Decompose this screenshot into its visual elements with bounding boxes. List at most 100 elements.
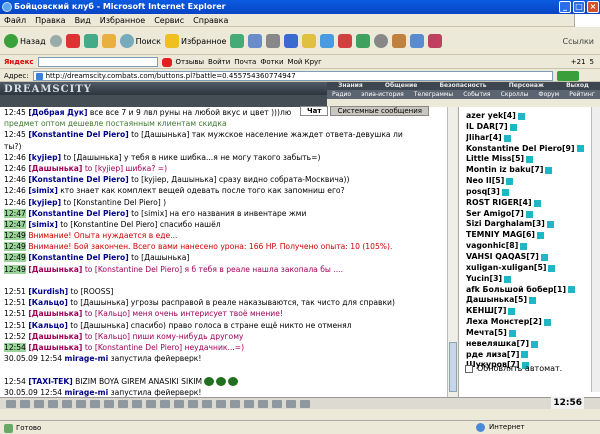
- bottom-tool-icon[interactable]: [48, 399, 58, 408]
- bottom-tool-icon[interactable]: [6, 399, 16, 408]
- users-scrollbar[interactable]: [591, 107, 600, 392]
- info-icon[interactable]: [529, 297, 537, 305]
- bottom-tool-icon[interactable]: [300, 399, 310, 408]
- maximize-button[interactable]: □: [573, 1, 585, 13]
- game-nav-item[interactable]: Безопасность: [439, 82, 486, 90]
- bottom-tool-icon[interactable]: [132, 399, 142, 408]
- user-row[interactable]: Мечта[5]: [466, 328, 586, 339]
- chat-nick[interactable]: [Konstantine Del Piero]: [28, 130, 128, 139]
- user-name[interactable]: рде лиза: [466, 350, 507, 361]
- yandex-photos[interactable]: Фотки: [260, 58, 283, 66]
- user-row[interactable]: TEMNIY MAG[6]: [466, 230, 586, 241]
- info-icon[interactable]: [533, 199, 541, 207]
- info-icon[interactable]: [536, 232, 544, 240]
- user-row[interactable]: рде лиза[7]: [466, 350, 586, 361]
- user-name[interactable]: posq: [466, 187, 487, 198]
- user-row[interactable]: VAHSI QAQAS[7]: [466, 252, 586, 263]
- game-nav-item[interactable]: Выход: [566, 82, 589, 90]
- bottom-tool-icon[interactable]: [76, 399, 86, 408]
- bottom-tool-icon[interactable]: [146, 399, 156, 408]
- forward-arrow-icon[interactable]: [49, 35, 62, 47]
- bottom-tool-icon[interactable]: [90, 399, 100, 408]
- chat-time[interactable]: 12:46: [4, 164, 26, 173]
- chat-nick[interactable]: [Konstantine Del Piero]: [28, 209, 128, 218]
- info-icon[interactable]: [520, 243, 528, 251]
- chat-time[interactable]: 30.05.09 12:54: [4, 388, 62, 397]
- user-name[interactable]: Мечта: [466, 328, 494, 339]
- info-icon[interactable]: [546, 221, 554, 229]
- user-name[interactable]: xuligan-xuligan: [466, 263, 534, 274]
- game-nav-item[interactable]: Персонаж: [509, 82, 544, 90]
- stop-icon[interactable]: [65, 34, 80, 48]
- bottom-tool-icon[interactable]: [216, 399, 226, 408]
- addon2-icon[interactable]: [356, 34, 371, 48]
- chat-nick[interactable]: [Добрая Дук]: [28, 108, 87, 117]
- autorefresh-checkbox[interactable]: [465, 364, 473, 373]
- chat-nick[interactable]: [simix]: [28, 220, 57, 229]
- user-name[interactable]: Konstantine Del Piero: [466, 144, 562, 155]
- info-icon[interactable]: [545, 167, 553, 175]
- game-subnav-item[interactable]: Телеграммы: [414, 90, 453, 99]
- chat-time[interactable]: 12:45: [4, 108, 26, 117]
- user-name[interactable]: TEMNIY MAG: [466, 230, 522, 241]
- chat-nick[interactable]: [Дашынька]: [28, 164, 82, 173]
- chat-nick[interactable]: [kyjiep]: [28, 153, 61, 162]
- chat-nick[interactable]: mirage-mi: [65, 354, 109, 363]
- user-name[interactable]: Neo II: [466, 176, 492, 187]
- game-subnav-item[interactable]: эпиа-история: [361, 90, 404, 99]
- bottom-tool-icon[interactable]: [160, 399, 170, 408]
- user-name[interactable]: Sizi Darghalam: [466, 219, 532, 230]
- info-icon[interactable]: [521, 351, 529, 359]
- user-name[interactable]: IL DAR: [466, 122, 495, 133]
- user-row[interactable]: невеляшка[7]: [466, 339, 586, 350]
- user-name[interactable]: Yucin: [466, 274, 489, 285]
- user-row[interactable]: azer yek[4]: [466, 111, 586, 122]
- info-icon[interactable]: [576, 145, 584, 153]
- game-subnav-item[interactable]: События: [463, 90, 490, 99]
- menu-item[interactable]: Вид: [75, 16, 91, 25]
- chat-time[interactable]: 12:47: [4, 208, 26, 218]
- chat-time[interactable]: 12:54: [4, 377, 26, 386]
- chat-time[interactable]: 12:51: [4, 321, 26, 330]
- yandex-search-input[interactable]: [37, 57, 158, 67]
- game-subnav-item[interactable]: Скроллы: [501, 90, 529, 99]
- yandex-circle[interactable]: Мой Круг: [288, 58, 322, 66]
- menu-item[interactable]: Избранное: [100, 16, 145, 25]
- back-button[interactable]: Назад: [4, 34, 46, 48]
- chat-time[interactable]: 12:46: [4, 186, 26, 195]
- tab-chat[interactable]: Чат: [300, 106, 329, 116]
- minimize-button[interactable]: _: [559, 1, 571, 13]
- chat-nick[interactable]: [Konstantine Del Piero]: [28, 175, 128, 184]
- chat-nick[interactable]: [kyjiep]: [28, 198, 61, 207]
- tab-system[interactable]: Системные сообщения: [330, 106, 429, 116]
- chat-time[interactable]: 12:52: [4, 332, 26, 341]
- autorefresh-option[interactable]: Обновлять автомат.: [465, 364, 562, 373]
- addon-icon[interactable]: [338, 34, 353, 48]
- user-name[interactable]: azer yek: [466, 111, 503, 122]
- print-icon[interactable]: [266, 34, 281, 48]
- bottom-tool-icon[interactable]: [258, 399, 268, 408]
- user-name[interactable]: Леха Монстер: [466, 317, 529, 328]
- user-row[interactable]: xuligan-xuligan[5]: [466, 263, 586, 274]
- refresh-icon[interactable]: [83, 34, 98, 48]
- chat-time[interactable]: 12:47: [4, 219, 26, 229]
- user-row[interactable]: afk Большой бобер[1]: [466, 285, 586, 296]
- info-icon[interactable]: [506, 177, 514, 185]
- user-row[interactable]: Yucin[3]: [466, 274, 586, 285]
- game-nav-item[interactable]: Общение: [385, 82, 417, 90]
- chat-nick[interactable]: [TAXI-TEK]: [28, 377, 72, 386]
- bottom-tool-icon[interactable]: [230, 399, 240, 408]
- info-icon[interactable]: [526, 156, 534, 164]
- yandex-search-icon[interactable]: [161, 57, 172, 67]
- addon4-icon[interactable]: [392, 34, 407, 48]
- game-subnav-item[interactable]: Радио: [332, 90, 351, 99]
- bottom-tool-icon[interactable]: [202, 399, 212, 408]
- menu-item[interactable]: Файл: [4, 16, 26, 25]
- yandex-reviews[interactable]: Отзывы: [176, 58, 205, 66]
- game-nav-item[interactable]: Знания: [338, 82, 363, 90]
- user-name[interactable]: КЕНШ: [466, 306, 494, 317]
- chat-time[interactable]: 12:51: [4, 309, 26, 318]
- chat-time[interactable]: 12:49: [4, 253, 26, 263]
- game-subnav-item[interactable]: Форум: [538, 90, 559, 99]
- user-name[interactable]: VAHSI QAQAS: [466, 252, 526, 263]
